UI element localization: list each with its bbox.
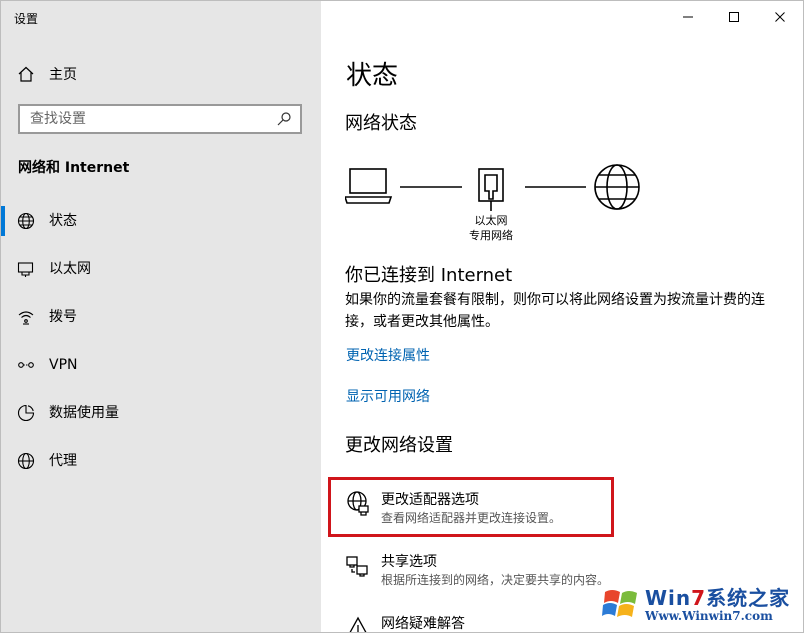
network-troubleshooter[interactable]: 网络疑难解答 [335, 605, 625, 632]
option-description: 查看网络适配器并更改连接设置。 [381, 511, 562, 525]
watermark: Win7系统之家 Www.Winwin7.com [599, 580, 799, 628]
home-icon [18, 66, 34, 82]
nav-list: 状态 以太网 拨号 VPN 数据使用量 代理 [1, 197, 321, 485]
adapter-caption: 以太网 专用网络 [446, 213, 536, 243]
show-available-networks-link[interactable]: 显示可用网络 [346, 386, 430, 406]
search-icon[interactable] [276, 111, 292, 127]
sidebar-item-dialup[interactable]: 拨号 [1, 293, 321, 341]
internet-globe-icon [594, 164, 640, 210]
option-title: 更改适配器选项 [381, 492, 479, 508]
network-diagram: 以太网 专用网络 [343, 163, 645, 253]
adapter-name: 以太网 [474, 214, 508, 227]
warning-icon [349, 616, 367, 632]
section-heading: 网络和 Internet [18, 160, 130, 176]
main-content: 状态 网络状态 以太网 专用网络 你已连接到 Internet 如果你的流量套餐… [321, 1, 803, 632]
connected-description: 如果你的流量套餐有限制，则你可以将此网络设置为按流量计费的连接，或者更改其他属性… [345, 292, 765, 330]
sidebar-item-label: 状态 [49, 213, 77, 229]
sidebar-item-label: 数据使用量 [49, 405, 119, 421]
change-network-settings-heading: 更改网络设置 [345, 435, 453, 456]
ethernet-icon [17, 262, 34, 277]
selected-indicator [1, 206, 5, 236]
sharing-icon [346, 556, 368, 577]
windows-flag-logo-icon [602, 590, 637, 617]
sidebar-item-label: 拨号 [49, 309, 77, 325]
watermark-brand-prefix: Win [645, 586, 692, 610]
proxy-globe-icon [17, 452, 35, 470]
sidebar-item-status[interactable]: 状态 [1, 197, 321, 245]
dialup-icon [18, 311, 34, 325]
sidebar-item-vpn[interactable]: VPN [1, 341, 321, 389]
change-connection-properties-link[interactable]: 更改连接属性 [346, 345, 430, 365]
ethernet-port-icon [478, 168, 504, 211]
vpn-icon [18, 362, 34, 368]
data-usage-icon [17, 404, 35, 422]
app-title: 设置 [14, 12, 39, 26]
globe-icon [17, 212, 35, 230]
watermark-brand: Win7系统之家 [645, 582, 790, 611]
sidebar: 设置 主页 网络和 Internet 状态 [1, 1, 321, 632]
page-title: 状态 [346, 61, 399, 91]
home-nav-item[interactable]: 主页 [17, 59, 307, 89]
network-type: 专用网络 [469, 229, 513, 242]
watermark-brand-seven: 7 [691, 586, 707, 610]
sidebar-item-ethernet[interactable]: 以太网 [1, 245, 321, 293]
search-input[interactable] [20, 110, 276, 128]
network-status-heading: 网络状态 [345, 113, 417, 134]
sharing-options[interactable]: 共享选项 根据所连接到的网络，决定要共享的内容。 [335, 543, 625, 593]
search-box[interactable] [18, 104, 302, 134]
laptop-icon [343, 168, 393, 204]
watermark-url: Www.Winwin7.com [645, 609, 773, 623]
sidebar-item-proxy[interactable]: 代理 [1, 437, 321, 485]
sidebar-item-data-usage[interactable]: 数据使用量 [1, 389, 321, 437]
connected-heading: 你已连接到 Internet [345, 265, 513, 286]
settings-window: 设置 主页 网络和 Internet 状态 [0, 0, 804, 633]
option-description: 根据所连接到的网络，决定要共享的内容。 [381, 573, 610, 587]
change-adapter-options[interactable]: 更改适配器选项 查看网络适配器并更改连接设置。 [335, 481, 625, 531]
sidebar-item-label: VPN [49, 357, 78, 373]
sidebar-item-label: 代理 [49, 453, 77, 469]
option-title: 共享选项 [381, 554, 437, 570]
adapter-icon [347, 491, 369, 516]
home-label: 主页 [49, 67, 77, 83]
sidebar-item-label: 以太网 [49, 261, 91, 277]
watermark-brand-suffix: 系统之家 [706, 586, 791, 610]
option-title: 网络疑难解答 [381, 616, 465, 632]
